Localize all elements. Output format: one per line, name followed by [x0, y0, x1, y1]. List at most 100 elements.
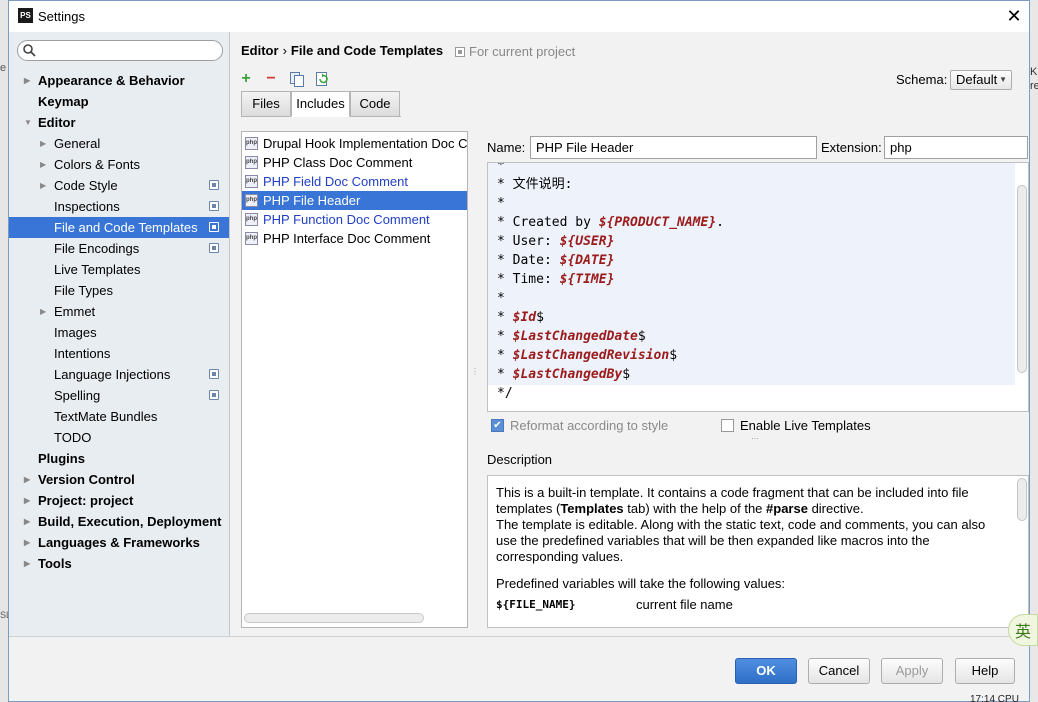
splitter-handle[interactable]: ⋮	[471, 367, 479, 376]
list-item-label: PHP Interface Doc Comment	[263, 231, 431, 246]
sidebar-item-label: Language Injections	[54, 367, 171, 382]
list-item[interactable]: php PHP Class Doc Comment	[242, 153, 467, 172]
reset-icon	[316, 71, 328, 86]
expand-arrow-icon[interactable]: ▶	[24, 511, 30, 532]
project-scope-icon	[209, 201, 219, 211]
tab-files[interactable]: Files	[241, 91, 291, 117]
project-scope-icon	[209, 180, 219, 190]
description-paragraph: This is a built-in template. It contains…	[496, 485, 986, 564]
template-extension-input[interactable]: php	[884, 136, 1028, 159]
sidebar-item-general[interactable]: ▶ General	[9, 133, 229, 154]
reformat-checkbox-row[interactable]: ✔ Reformat according to style	[491, 418, 668, 433]
description-vertical-scrollbar[interactable]	[1017, 478, 1027, 521]
background-fragment: e	[0, 62, 7, 74]
expand-arrow-icon[interactable]: ▶	[40, 133, 46, 154]
expand-arrow-icon[interactable]: ▶	[24, 70, 30, 91]
plus-icon: +	[241, 70, 251, 87]
sidebar-item-version-control[interactable]: ▶ Version Control	[9, 469, 229, 490]
sidebar-item-project[interactable]: ▶ Project: project	[9, 490, 229, 511]
cancel-button[interactable]: Cancel	[808, 658, 870, 684]
sidebar-item-tools[interactable]: ▶ Tools	[9, 553, 229, 574]
list-item[interactable]: php PHP Interface Doc Comment	[242, 229, 467, 248]
sidebar-item-plugins[interactable]: Plugins	[9, 448, 229, 469]
splitter-handle[interactable]: ⋯	[751, 434, 759, 443]
background-fragment: K	[1030, 66, 1038, 78]
template-variable: $Id	[512, 310, 537, 325]
template-variable: $LastChangedDate	[512, 329, 638, 344]
schema-select[interactable]: Default ▼	[950, 70, 1012, 90]
sidebar-item-colors-fonts[interactable]: ▶ Colors & Fonts	[9, 154, 229, 175]
expand-arrow-icon[interactable]: ▶	[24, 532, 30, 553]
sidebar-item-emmet[interactable]: ▶ Emmet	[9, 301, 229, 322]
project-scope-icon	[455, 47, 465, 57]
sidebar-item-images[interactable]: Images	[9, 322, 229, 343]
sidebar-item-appearance-behavior[interactable]: ▶ Appearance & Behavior	[9, 70, 229, 91]
expand-arrow-icon[interactable]: ▶	[24, 553, 30, 574]
editor-vertical-scrollbar[interactable]	[1017, 185, 1027, 373]
template-code-editor[interactable]: * * 文件说明: * * Created by ${PRODUCT_NAME}…	[487, 162, 1029, 412]
sidebar-item-editor[interactable]: ▼ Editor	[9, 112, 229, 133]
list-item[interactable]: php PHP File Header	[242, 191, 467, 210]
expand-arrow-icon[interactable]: ▶	[24, 490, 30, 511]
sidebar-item-label: Images	[54, 325, 97, 340]
description-text: This is a built-in template. It contains…	[496, 485, 1006, 613]
add-template-button[interactable]: +	[237, 70, 255, 88]
remove-template-button[interactable]: −	[262, 70, 280, 88]
sidebar-item-languages-frameworks[interactable]: ▶ Languages & Frameworks	[9, 532, 229, 553]
reformat-checkbox[interactable]: ✔	[491, 419, 504, 432]
settings-search-input[interactable]	[17, 40, 223, 61]
collapse-arrow-icon[interactable]: ▼	[24, 112, 32, 133]
close-button[interactable]: ✕	[999, 1, 1029, 32]
sidebar-item-label: Emmet	[54, 304, 96, 319]
template-variable: ${PRODUCT_NAME}	[598, 215, 717, 230]
sidebar-item-label: File Types	[54, 283, 114, 298]
sidebar-item-file-encodings[interactable]: File Encodings	[9, 238, 229, 259]
sidebar-item-todo[interactable]: TODO	[9, 427, 229, 448]
background-fragment: re	[1030, 80, 1038, 92]
sidebar-item-label: Appearance & Behavior	[38, 73, 185, 88]
search-icon	[23, 44, 36, 57]
sidebar-item-intentions[interactable]: Intentions	[9, 343, 229, 364]
sidebar-item-label: File and Code Templates	[54, 220, 198, 235]
template-name-input[interactable]: PHP File Header	[530, 136, 817, 159]
sidebar-item-live-templates[interactable]: Live Templates	[9, 259, 229, 280]
code-line: * $Id$	[497, 310, 544, 325]
tab-includes[interactable]: Includes	[291, 91, 350, 117]
name-label: Name:	[487, 140, 526, 155]
expand-arrow-icon[interactable]: ▶	[24, 469, 30, 490]
extension-label: Extension:	[821, 140, 882, 155]
apply-button[interactable]: Apply	[881, 658, 943, 684]
sidebar-item-file-and-code-templates[interactable]: File and Code Templates	[9, 217, 229, 238]
expand-arrow-icon[interactable]: ▶	[40, 154, 46, 175]
reset-template-button[interactable]	[314, 70, 332, 88]
sidebar-item-label: Live Templates	[54, 262, 141, 277]
live-templates-checkbox[interactable]	[721, 419, 734, 432]
chevron-down-icon: ▼	[999, 75, 1007, 84]
ime-indicator[interactable]: 英	[1008, 614, 1038, 646]
sidebar-item-build-execution-deployment[interactable]: ▶ Build, Execution, Deployment	[9, 511, 229, 532]
code-line: * User: ${USER}	[497, 234, 615, 249]
sidebar-item-inspections[interactable]: Inspections	[9, 196, 229, 217]
template-variable: ${DATE}	[559, 253, 615, 268]
ok-button[interactable]: OK	[735, 658, 797, 684]
sidebar-item-language-injections[interactable]: Language Injections	[9, 364, 229, 385]
tab-code[interactable]: Code	[350, 91, 400, 117]
expand-arrow-icon[interactable]: ▶	[40, 301, 46, 322]
help-button[interactable]: Help	[955, 658, 1015, 684]
sidebar-item-keymap[interactable]: Keymap	[9, 91, 229, 112]
list-item[interactable]: php PHP Field Doc Comment	[242, 172, 467, 191]
live-templates-checkbox-row[interactable]: Enable Live Templates	[721, 418, 871, 433]
sidebar-item-textmate-bundles[interactable]: TextMate Bundles	[9, 406, 229, 427]
horizontal-scrollbar[interactable]	[244, 613, 424, 623]
list-item[interactable]: php PHP Function Doc Comment	[242, 210, 467, 229]
sidebar-item-spelling[interactable]: Spelling	[9, 385, 229, 406]
copy-template-button[interactable]	[288, 70, 306, 88]
live-templates-label: Enable Live Templates	[740, 418, 871, 433]
list-item[interactable]: php Drupal Hook Implementation Doc Commen…	[242, 134, 467, 153]
template-variable: $LastChangedBy	[512, 367, 623, 382]
sidebar-item-code-style[interactable]: ▶ Code Style	[9, 175, 229, 196]
template-variable: $LastChangedRevision	[512, 348, 670, 363]
sidebar-item-file-types[interactable]: File Types	[9, 280, 229, 301]
taskbar-tray-text: 17:14 CPU	[970, 694, 1019, 702]
expand-arrow-icon[interactable]: ▶	[40, 175, 46, 196]
